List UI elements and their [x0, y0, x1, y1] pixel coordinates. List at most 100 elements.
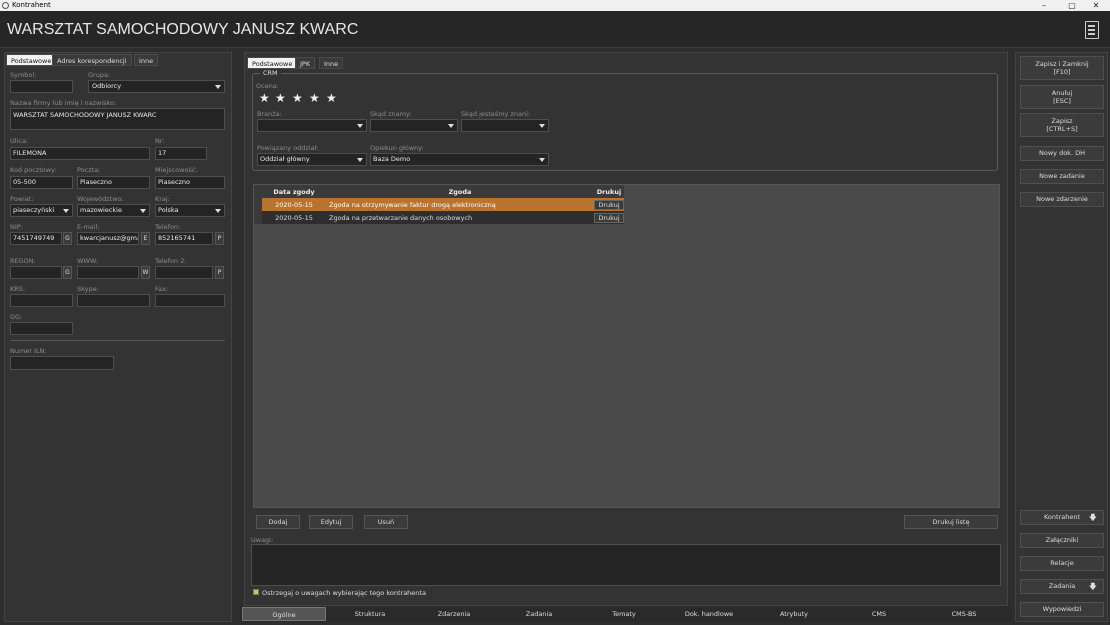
tab-zadania[interactable]: Zadania — [497, 607, 581, 621]
document-list-icon[interactable] — [1085, 21, 1099, 39]
divider — [10, 340, 225, 341]
nip-field[interactable]: 7451749749 — [10, 232, 62, 245]
tab-ogolne[interactable]: Ogólne — [242, 607, 326, 621]
save-key: [CTRL+S] — [1046, 125, 1078, 133]
cancel-button[interactable]: Anuluj [ESC] — [1020, 85, 1104, 109]
grupa-select[interactable]: Odbiorcy — [88, 80, 225, 93]
rating-star-4-icon[interactable]: ★ — [309, 91, 320, 105]
nip-label: NIP: — [10, 223, 23, 231]
tab-dok-handlowe[interactable]: Dok. handlowe — [667, 607, 751, 621]
regon-field[interactable] — [10, 266, 62, 279]
col-drukuj[interactable]: Drukuj — [594, 185, 624, 198]
opiekun-select[interactable]: Baza Demo — [370, 153, 549, 166]
dodaj-button[interactable]: Dodaj — [256, 515, 300, 529]
tab-adres-korespondencji[interactable]: Adres korespondencji — [52, 54, 132, 66]
print-consent-button[interactable]: Drukuj — [594, 199, 624, 210]
tab-inne[interactable]: Inne — [134, 54, 159, 66]
tab-podstawowe[interactable]: Podstawowe — [6, 54, 57, 66]
krs-field[interactable] — [10, 294, 73, 307]
miejscowosc-field[interactable]: Piaseczno — [155, 176, 225, 189]
warn-checkbox[interactable] — [253, 589, 259, 595]
close-button[interactable]: ✕ — [1082, 0, 1110, 11]
telefon-field[interactable]: 852165741 — [155, 232, 213, 245]
skad-znani-select[interactable] — [461, 119, 549, 132]
tab-center-inne[interactable]: Inne — [319, 57, 344, 69]
iln-field[interactable] — [10, 356, 114, 370]
symbol-label: Symbol: — [10, 71, 37, 79]
drukuj-liste-button[interactable]: Drukuj listę — [904, 515, 998, 529]
gg-label: GG: — [10, 313, 23, 321]
telefon-label: Telefon: — [155, 223, 181, 231]
wojewodztwo-select[interactable]: mazowieckie — [77, 204, 150, 217]
table-row[interactable]: 2020-05-15 Zgoda na otrzymywanie faktur … — [254, 198, 624, 211]
nazwa-label: Nazwa firmy lub imię i nazwisko: — [10, 99, 117, 107]
window-title: Kontrahent — [12, 1, 51, 9]
rating-star-3-icon[interactable]: ★ — [292, 91, 303, 105]
gg-field[interactable] — [10, 322, 73, 335]
branza-label: Branża: — [257, 110, 282, 118]
telefon2-field[interactable] — [155, 266, 213, 279]
skype-field[interactable] — [77, 294, 150, 307]
nowe-zadanie-button[interactable]: Nowe zadanie — [1020, 169, 1104, 184]
telefon-call-button[interactable]: P — [215, 232, 224, 245]
tab-struktura[interactable]: Struktura — [328, 607, 412, 621]
telefon2-call-button[interactable]: P — [215, 266, 224, 279]
tab-jpk[interactable]: JPK — [295, 57, 316, 69]
tab-zdarzenia[interactable]: Zdarzenia — [412, 607, 496, 621]
usun-button[interactable]: Usuń — [364, 515, 408, 529]
table-row[interactable]: 2020-05-15 Zgoda na przetwarzanie danych… — [254, 211, 624, 224]
relacje-button[interactable]: Relacje — [1020, 556, 1104, 571]
fax-label: Fax: — [155, 285, 169, 293]
window-titlebar: Kontrahent – ▢ ✕ — [0, 0, 1110, 11]
ulica-field[interactable]: FILEMONA — [10, 147, 150, 160]
www-open-button[interactable]: W — [141, 266, 150, 279]
telefon2-label: Telefon 2: — [155, 257, 187, 265]
rating-star-5-icon[interactable]: ★ — [326, 91, 337, 105]
crm-legend: CRM — [260, 69, 281, 77]
row-header-cell — [254, 198, 262, 211]
powiat-label: Powiat: — [10, 195, 34, 203]
edytuj-button[interactable]: Edytuj — [309, 515, 353, 529]
zadania-button[interactable]: Zadania 🡇 — [1020, 579, 1104, 594]
save-close-label: Zapisz i Zamknij — [1035, 60, 1089, 68]
nazwa-field[interactable]: WARSZTAT SAMOCHODOWY JANUSZ KWARC — [10, 108, 225, 130]
miejscowosc-label: Miejscowość: — [155, 166, 198, 174]
uwagi-field[interactable] — [251, 544, 1001, 586]
wypowiedzi-button[interactable]: Wypowiedzi — [1020, 602, 1104, 617]
rating-star-2-icon[interactable]: ★ — [275, 91, 286, 105]
oddzial-select[interactable]: Oddział główny — [257, 153, 367, 166]
col-zgoda[interactable]: Zgoda — [326, 185, 594, 198]
zalaczniki-button[interactable]: Załączniki — [1020, 533, 1104, 548]
print-consent-button[interactable]: Drukuj — [594, 212, 624, 223]
kod-field[interactable]: 05-500 — [10, 176, 73, 189]
tab-center-podstawowe[interactable]: Podstawowe — [247, 57, 298, 69]
nowe-zdarzenie-button[interactable]: Nowe zdarzenie — [1020, 192, 1104, 207]
symbol-field[interactable] — [10, 80, 73, 93]
branza-select[interactable] — [257, 119, 367, 132]
tab-cms-bs[interactable]: CMS-BS — [922, 607, 1006, 621]
tab-cms[interactable]: CMS — [837, 607, 921, 621]
fax-field[interactable] — [155, 294, 225, 307]
kraj-select[interactable]: Polska — [155, 204, 225, 217]
tab-atrybuty[interactable]: Atrybuty — [752, 607, 836, 621]
poczta-field[interactable]: Piaseczno — [77, 176, 150, 189]
row-header-cell — [254, 185, 262, 198]
powiat-select[interactable]: piaseczyński — [10, 204, 73, 217]
nr-field[interactable]: 17 — [155, 147, 207, 160]
save-button[interactable]: Zapisz [CTRL+S] — [1020, 113, 1104, 137]
minimize-button[interactable]: – — [1030, 0, 1058, 11]
nowy-dok-button[interactable]: Nowy dok. DH — [1020, 146, 1104, 161]
email-send-button[interactable]: E — [141, 232, 150, 245]
save-close-button[interactable]: Zapisz i Zamknij [F10] — [1020, 56, 1104, 80]
save-label: Zapisz — [1051, 117, 1073, 125]
regon-gus-button[interactable]: G — [63, 266, 72, 279]
nip-gus-button[interactable]: G — [63, 232, 72, 245]
rating-star-1-icon[interactable]: ★ — [259, 91, 270, 105]
col-data-zgody[interactable]: Data zgody — [262, 185, 326, 198]
kontrahent-button[interactable]: Kontrahent 🡇 — [1020, 510, 1104, 525]
tab-tematy[interactable]: Tematy — [582, 607, 666, 621]
ocena-label: Ocena: — [256, 82, 279, 90]
skad-znamy-select[interactable] — [370, 119, 458, 132]
www-field[interactable] — [77, 266, 139, 279]
email-field[interactable]: kwarcjanusz@gma — [77, 232, 139, 245]
